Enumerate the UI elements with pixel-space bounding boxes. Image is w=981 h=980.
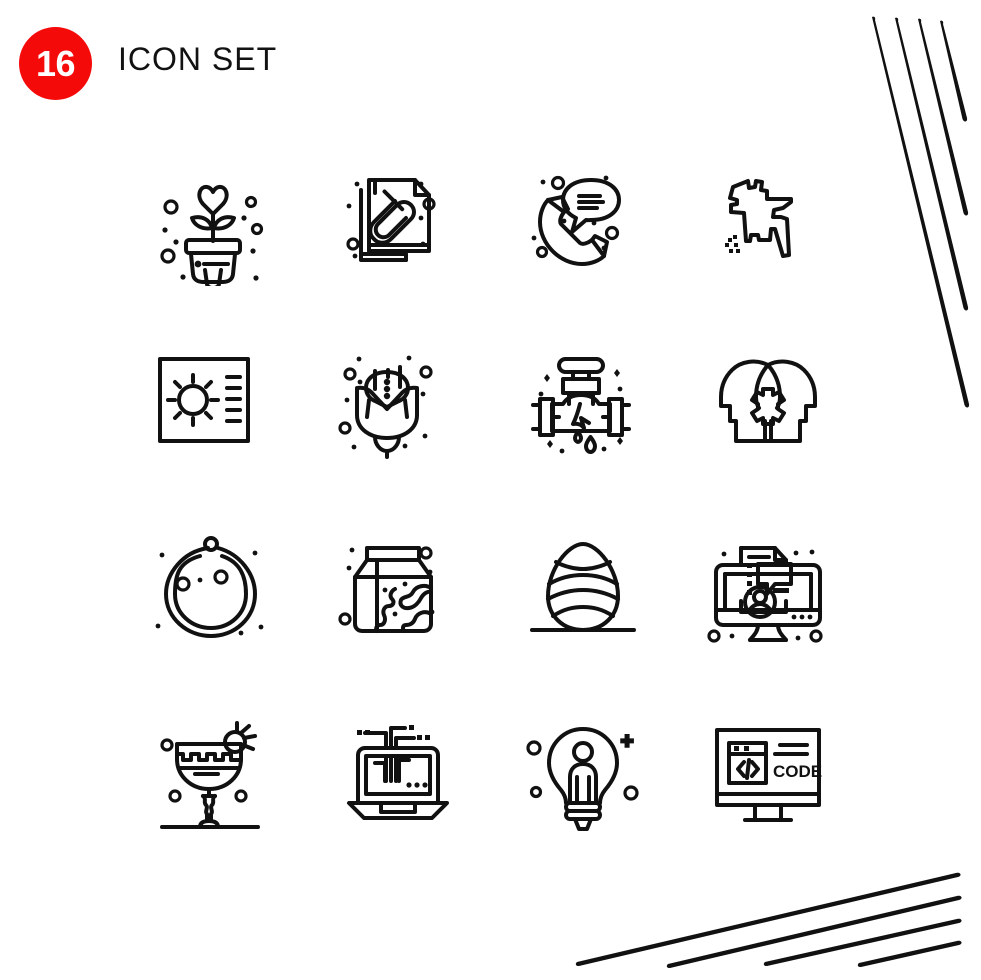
bangladesh-map-icon[interactable] — [675, 128, 860, 313]
easter-egg-icon[interactable] — [490, 498, 675, 683]
pearl-necklace-icon[interactable] — [120, 498, 305, 683]
idea-bulb-person-icon[interactable] — [490, 683, 675, 868]
call-support-icon[interactable] — [490, 128, 675, 313]
count-badge-label: 16 — [35, 42, 76, 84]
count-badge: 16 — [19, 27, 92, 100]
code-monitor-icon[interactable]: CODE — [675, 683, 860, 868]
brightness-icon[interactable] — [120, 313, 305, 498]
leaking-pipe-icon[interactable] — [490, 313, 675, 498]
icon-grid: CODE — [120, 128, 880, 868]
header: 16 ICON SET — [0, 0, 981, 120]
online-support-monitor-icon[interactable] — [675, 498, 860, 683]
plant-heart-icon[interactable] — [120, 128, 305, 313]
laptop-circuit-icon[interactable] — [305, 683, 490, 868]
page-title: ICON SET — [118, 41, 278, 77]
milk-carton-icon[interactable] — [305, 498, 490, 683]
rose-flower-icon[interactable] — [305, 313, 490, 498]
cocktail-glass-icon[interactable] — [120, 683, 305, 868]
code-label: CODE — [773, 762, 822, 781]
diagonal-strokes-bottom-right — [575, 872, 962, 969]
attachment-files-icon[interactable] — [305, 128, 490, 313]
teamwork-heads-gear-icon[interactable] — [675, 313, 860, 498]
